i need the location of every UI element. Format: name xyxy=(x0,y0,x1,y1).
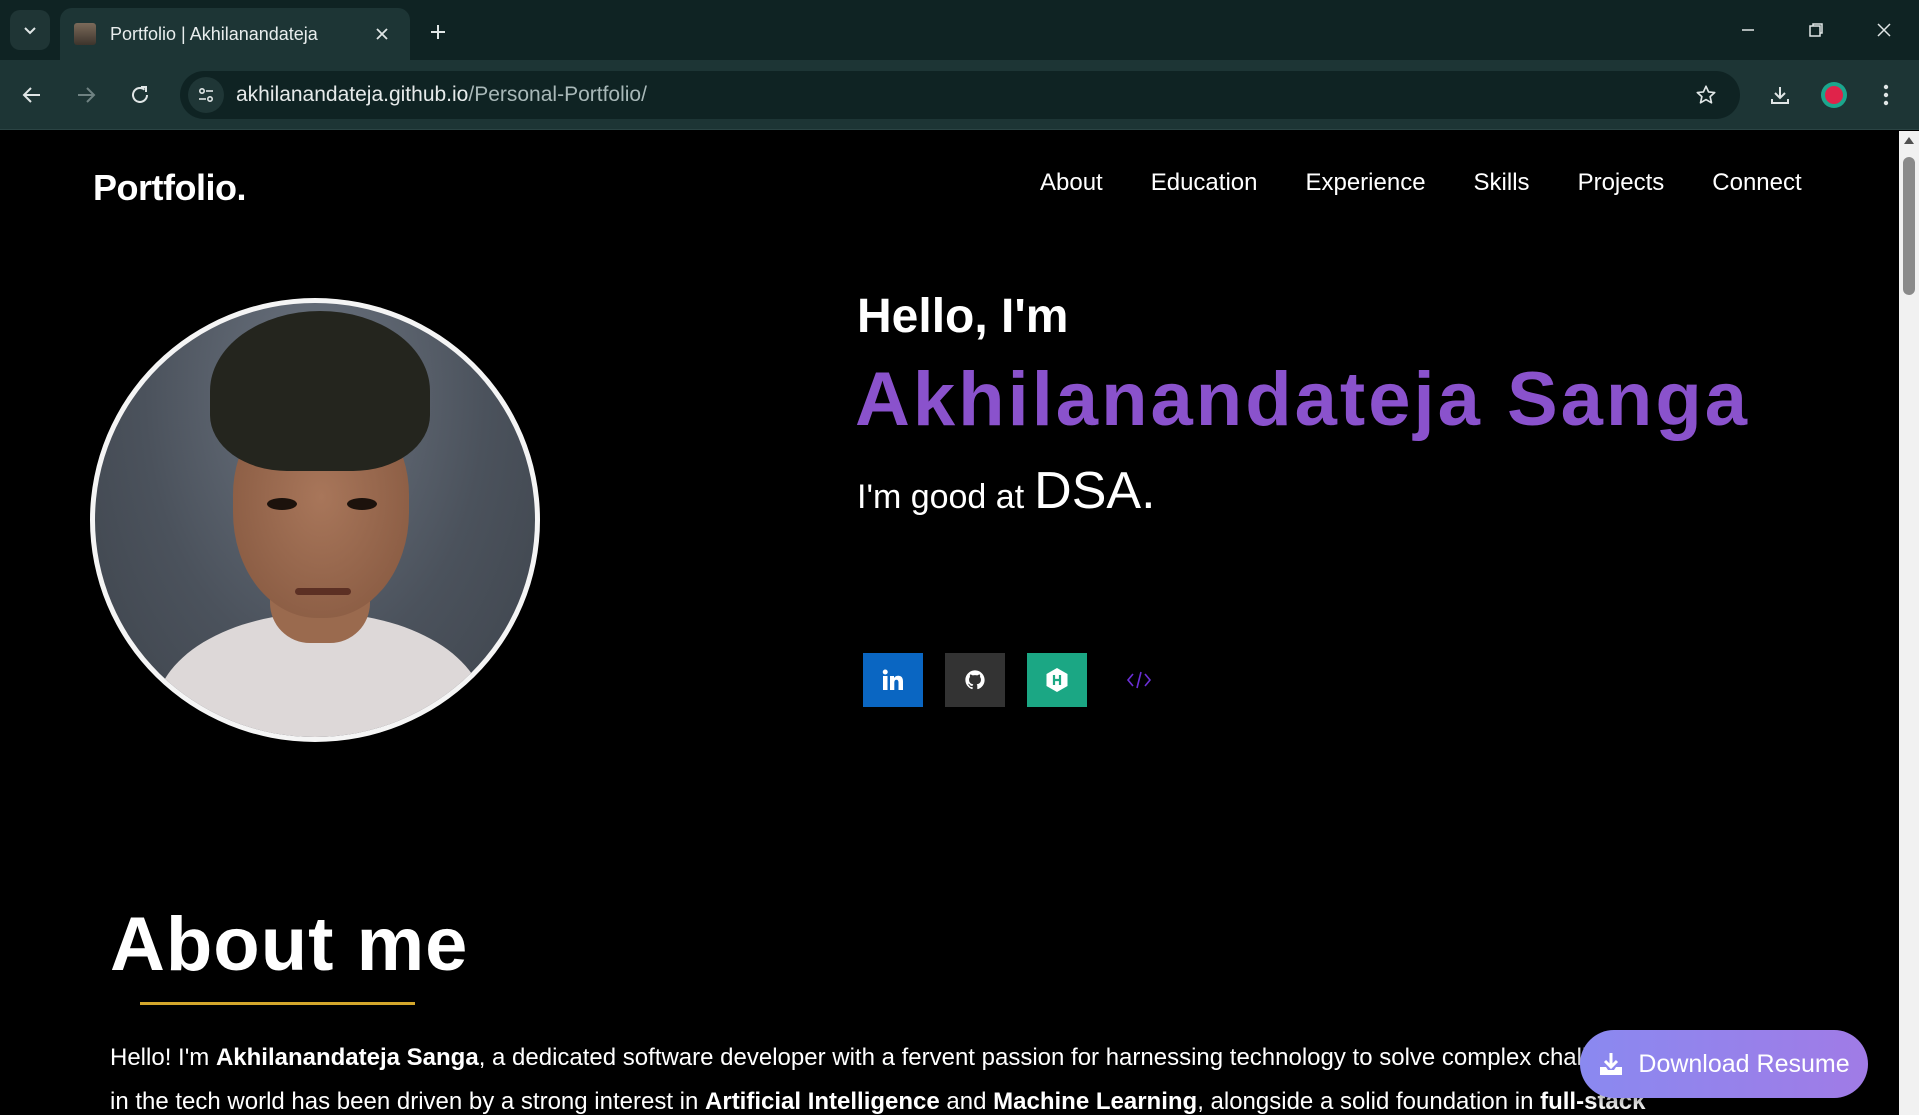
nav-link-connect[interactable]: Connect xyxy=(1712,169,1801,197)
social-links xyxy=(863,653,1169,707)
about-text-span: , a dedicated software developer with a … xyxy=(478,1044,1588,1071)
hero-greeting: Hello, I'm xyxy=(857,290,1069,343)
about-name-bold: Akhilanandateja Sanga xyxy=(215,1044,479,1071)
github-icon xyxy=(965,670,985,690)
about-text-span: and xyxy=(939,1088,994,1115)
tab-title: Portfolio | Akhilanandateja xyxy=(110,23,318,44)
nav-link-experience[interactable]: Experience xyxy=(1305,169,1425,197)
close-icon xyxy=(376,28,388,40)
restore-button[interactable] xyxy=(1782,0,1850,60)
about-underline xyxy=(140,1002,415,1005)
reload-button[interactable] xyxy=(120,75,160,115)
tagline-skill: DSA. xyxy=(1034,462,1156,520)
browser-tab-bar: Portfolio | Akhilanandateja xyxy=(0,0,1919,60)
arrow-right-icon xyxy=(78,87,96,103)
about-heading: About me xyxy=(110,902,469,987)
scroll-thumb[interactable] xyxy=(1903,157,1915,295)
url-text[interactable]: akhilanandateja.github.io/Personal-Portf… xyxy=(236,83,647,107)
forward-button[interactable] xyxy=(66,75,106,115)
linkedin-icon xyxy=(882,669,903,690)
site-info-button[interactable] xyxy=(188,77,224,113)
minimize-button[interactable] xyxy=(1714,0,1782,60)
linkedin-link[interactable] xyxy=(863,653,923,707)
window-close-button[interactable] xyxy=(1850,0,1918,60)
site-logo[interactable]: Portfolio. xyxy=(93,167,246,209)
about-ml-bold: Machine Learning xyxy=(993,1088,1198,1115)
page-content: Portfolio. About Education Experience Sk… xyxy=(0,131,1899,1115)
page-scrollbar[interactable] xyxy=(1899,131,1919,1115)
favicon-icon xyxy=(74,23,96,45)
url-path: /Personal-Portfolio/ xyxy=(468,83,647,106)
tagline-prefix: I'm good at xyxy=(857,478,1025,516)
chevron-down-icon xyxy=(24,27,36,35)
address-bar[interactable]: akhilanandateja.github.io/Personal-Portf… xyxy=(180,71,1740,119)
code-icon xyxy=(1126,671,1152,689)
plus-icon xyxy=(431,25,445,39)
about-paragraph: Hello! I'm Akhilanandateja Sanga, a dedi… xyxy=(110,1036,1750,1115)
browser-toolbar: akhilanandateja.github.io/Personal-Portf… xyxy=(0,60,1919,130)
minimize-icon xyxy=(1742,29,1754,31)
back-button[interactable] xyxy=(12,75,52,115)
profile-avatar-icon xyxy=(1821,82,1847,108)
code-profile-link[interactable] xyxy=(1109,653,1169,707)
download-icon xyxy=(1771,87,1789,104)
bookmark-button[interactable] xyxy=(1690,79,1722,111)
hero-name: Akhilanandateja Sanga xyxy=(855,357,1751,442)
hackerrank-icon xyxy=(1046,668,1068,692)
nav-link-about[interactable]: About xyxy=(1040,169,1103,197)
download-icon xyxy=(1600,1053,1623,1075)
download-resume-button[interactable]: Download Resume xyxy=(1580,1030,1868,1098)
url-host: akhilanandateja.github.io xyxy=(236,83,469,106)
nav-link-projects[interactable]: Projects xyxy=(1578,169,1665,197)
about-text-span: Hello! I'm xyxy=(110,1044,216,1071)
menu-button[interactable] xyxy=(1866,75,1906,115)
hero-tagline: I'm good at DSA. xyxy=(857,461,1156,521)
nav-link-education[interactable]: Education xyxy=(1151,169,1258,197)
reload-icon xyxy=(132,86,148,103)
browser-tab[interactable]: Portfolio | Akhilanandateja xyxy=(60,8,410,60)
main-nav: About Education Experience Skills Projec… xyxy=(1040,169,1802,197)
about-ai-bold: Artificial Intelligence xyxy=(705,1088,940,1115)
close-icon xyxy=(1877,23,1891,37)
profile-button[interactable] xyxy=(1814,75,1854,115)
hackerrank-link[interactable] xyxy=(1027,653,1087,707)
tab-search-button[interactable] xyxy=(10,10,50,50)
download-resume-label: Download Resume xyxy=(1638,1049,1850,1078)
tab-close-button[interactable] xyxy=(368,20,396,48)
profile-photo xyxy=(90,298,540,742)
github-link[interactable] xyxy=(945,653,1005,707)
tune-icon xyxy=(198,87,214,103)
restore-icon xyxy=(1809,23,1823,37)
downloads-button[interactable] xyxy=(1760,75,1800,115)
nav-link-skills[interactable]: Skills xyxy=(1474,169,1530,197)
more-vert-icon xyxy=(1883,84,1889,106)
new-tab-button[interactable] xyxy=(420,14,456,50)
scroll-up-arrow-icon[interactable] xyxy=(1904,137,1914,144)
arrow-left-icon xyxy=(22,87,40,103)
about-text-span: , alongside a solid foundation in xyxy=(1197,1088,1541,1115)
star-icon xyxy=(1696,85,1716,104)
about-text-span: in the tech world has been driven by a s… xyxy=(110,1088,706,1115)
